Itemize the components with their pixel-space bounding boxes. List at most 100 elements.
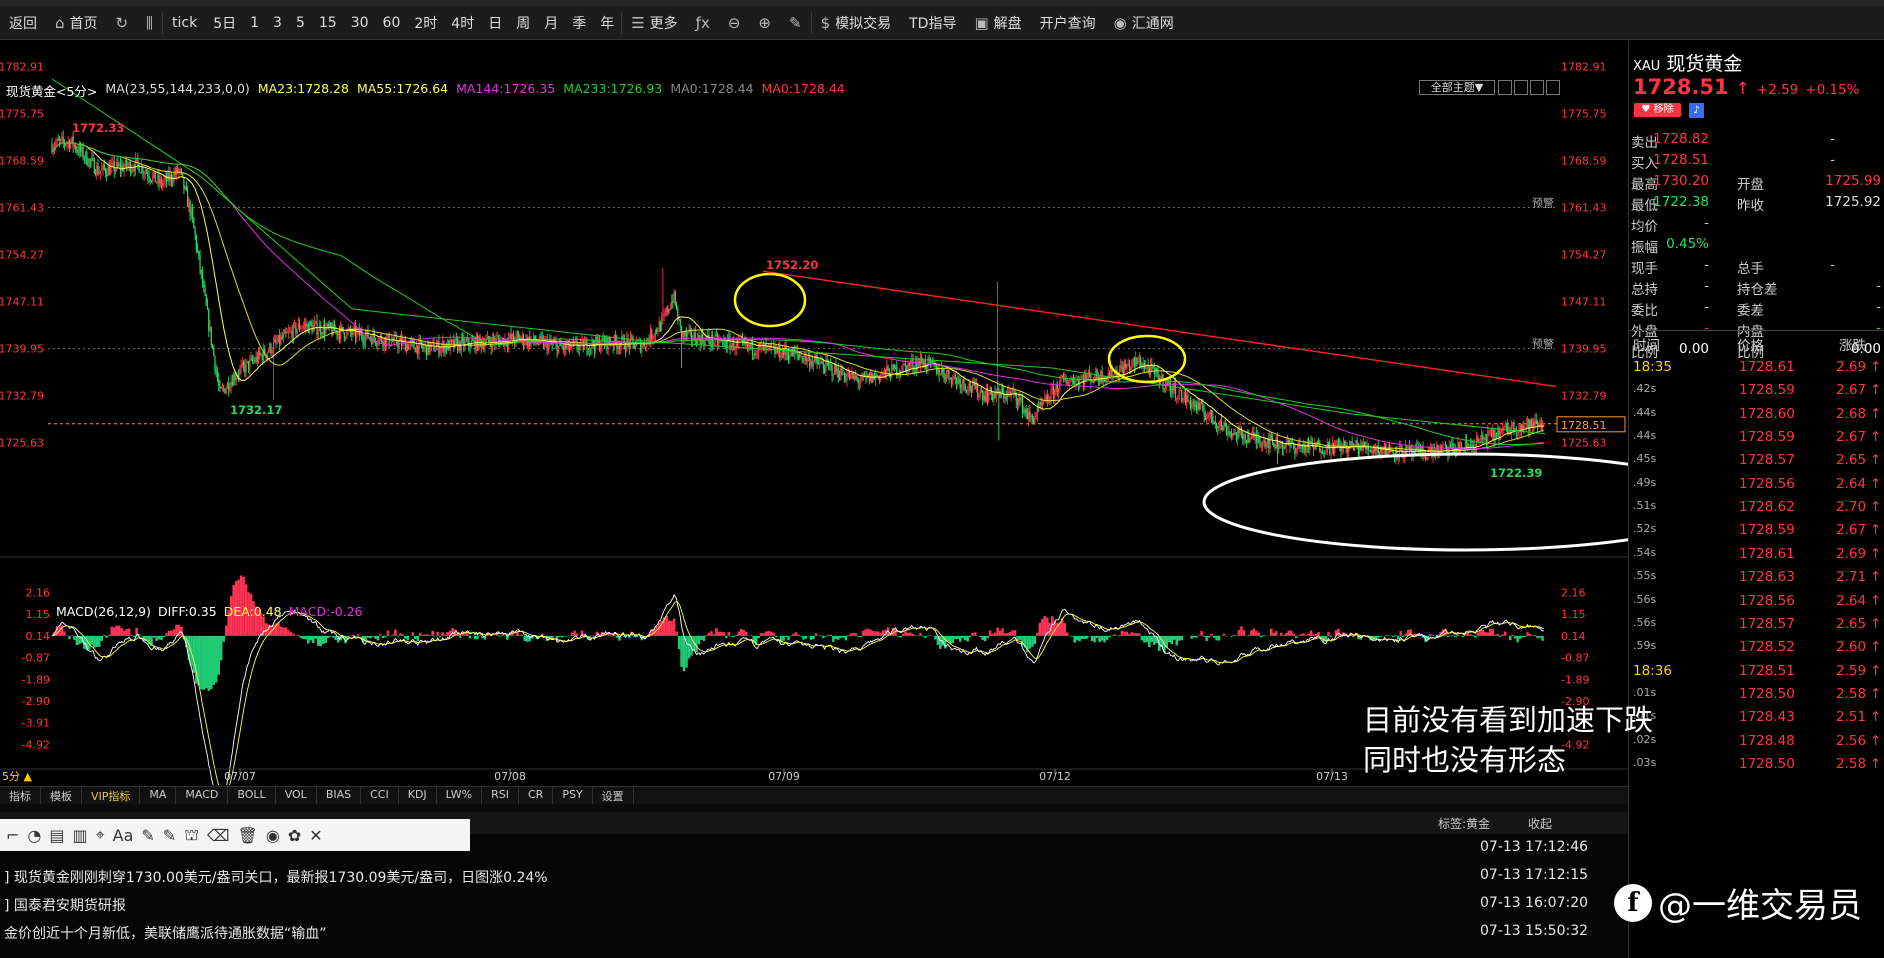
indicator-tab-5[interactable]: BOLL xyxy=(228,787,276,804)
drawing-tool-icon-3[interactable]: ▥ xyxy=(73,826,88,845)
drawing-tool-icon-2[interactable]: ▤ xyxy=(49,826,64,845)
drawing-tool-icon-12[interactable]: ✿ xyxy=(288,826,301,845)
news-item[interactable]: 金价创近十个月新低，美联储鹰派待通胀数据“输血” 07-13 15:50:32 xyxy=(0,918,1610,946)
open-account-button[interactable]: 开户查询 xyxy=(1031,10,1105,36)
news-tag[interactable]: 标签:黄金 xyxy=(1438,815,1490,832)
news-collapse-button[interactable]: 收起 xyxy=(1528,815,1552,832)
drawing-tool-icon-5[interactable]: Aa xyxy=(113,826,134,845)
refresh-button[interactable]: ↻ xyxy=(107,10,138,36)
indicator-tab-2[interactable]: VIP指标 xyxy=(82,787,141,804)
indicator-tab-14[interactable]: 设置 xyxy=(593,787,634,804)
drawing-tool-icon-0[interactable]: ⌐ xyxy=(6,826,19,845)
home-button[interactable]: ⌂ 首页 xyxy=(46,10,107,36)
candle-body xyxy=(1442,445,1444,448)
more-button[interactable]: ☰ 更多 xyxy=(622,10,686,36)
price-chart[interactable]: 1782.91 1782.91 1775.75 1775.75 1768.59 1768.… xyxy=(0,41,1628,785)
window-layout-icon[interactable] xyxy=(1498,80,1512,95)
theme-dropdown[interactable]: 全部主题▼ xyxy=(1419,80,1495,95)
indicator-tab-10[interactable]: LW% xyxy=(437,787,483,804)
indicator-tab-1[interactable]: 模板 xyxy=(41,787,82,804)
grid-view-icon[interactable] xyxy=(1530,80,1544,95)
period-year-button[interactable]: 年 xyxy=(593,10,621,36)
candle-body xyxy=(1247,434,1249,444)
candle-body xyxy=(1214,421,1216,424)
drawing-tool-icon-10[interactable]: 🗑 xyxy=(238,826,258,845)
split-view-icon[interactable] xyxy=(1514,80,1528,95)
candle-body xyxy=(1193,401,1195,408)
candle-body xyxy=(223,387,225,389)
remove-watch-button[interactable]: ♥ 移除 xyxy=(1634,103,1681,117)
huitong-button[interactable]: ◉ 汇通网 xyxy=(1105,10,1183,36)
period-week-button[interactable]: 周 xyxy=(509,10,537,36)
candle-body xyxy=(1127,363,1129,366)
indicator-tab-13[interactable]: PSY xyxy=(553,787,593,804)
kline-type-button[interactable]: ⫼ xyxy=(137,10,162,36)
drawing-tool-icon-8[interactable]: ⛫ xyxy=(184,825,199,846)
analysis-button[interactable]: ▣ 解盘 xyxy=(965,10,1030,36)
period-season-button[interactable]: 季 xyxy=(565,10,593,36)
zoom-in-button[interactable]: ⊕ xyxy=(749,10,780,36)
candle-body xyxy=(634,345,637,349)
candle-body xyxy=(1261,442,1264,445)
fullscreen-icon[interactable] xyxy=(1546,80,1560,95)
drawing-tool-icon-7[interactable]: ✎ xyxy=(163,826,176,845)
candle-body xyxy=(182,172,184,177)
zoom-out-button[interactable]: ⊖ xyxy=(719,10,750,36)
back-button[interactable]: 返回 xyxy=(0,10,46,36)
indicator-tab-6[interactable]: VOL xyxy=(276,787,317,804)
drawing-tool-icon-4[interactable]: ⌖ xyxy=(96,825,105,845)
period-5-button[interactable]: 5 xyxy=(289,10,312,36)
tick-button[interactable]: tick xyxy=(163,10,206,36)
candle-body xyxy=(841,368,843,375)
td-guide-button[interactable]: TD指导 xyxy=(900,10,965,36)
candle-body xyxy=(1329,442,1331,454)
period-month-button[interactable]: 月 xyxy=(537,10,565,36)
candle-body xyxy=(1523,425,1525,428)
indicator-tab-8[interactable]: CCI xyxy=(361,787,399,804)
candle-body xyxy=(993,392,995,400)
macd-tick-left: -2.90 xyxy=(22,695,50,708)
period-1-button[interactable]: 1 xyxy=(243,10,266,36)
period-3-button[interactable]: 3 xyxy=(266,10,289,36)
indicator-tab-9[interactable]: KDJ xyxy=(399,787,437,804)
up-arrow-icon: ↑ xyxy=(1870,429,1882,446)
drawing-tool-icon-11[interactable]: ◉ xyxy=(266,826,280,845)
period-day-button[interactable]: 日 xyxy=(481,10,509,36)
news-item[interactable]: ] 国泰君安期货研报 07-13 16:07:20 xyxy=(0,890,1610,918)
candle-body xyxy=(228,382,230,391)
period-5d-button[interactable]: 5日 xyxy=(206,10,243,36)
formula-button[interactable]: ƒx xyxy=(687,10,719,36)
drawing-tool-icon-13[interactable]: ✕ xyxy=(309,826,322,845)
candle-body xyxy=(165,175,168,181)
back-button-label: 返回 xyxy=(9,15,37,32)
candle-body xyxy=(455,338,457,340)
indicator-tab-11[interactable]: RSI xyxy=(482,787,519,804)
sim-trade-button[interactable]: $ 模拟交易 xyxy=(812,10,901,36)
period-15-button[interactable]: 15 xyxy=(312,10,344,36)
news-item[interactable]: ] 现货黄金刚刚刺穿1730.00美元/盎司关口，最新报1730.09美元/盎司… xyxy=(0,862,1610,890)
candle-body xyxy=(199,255,201,271)
candle-body xyxy=(843,374,846,380)
indicator-tab-7[interactable]: BIAS xyxy=(317,787,362,804)
candle-body xyxy=(1531,422,1534,428)
candle-body xyxy=(405,344,408,352)
chart-canvas[interactable]: 1782.91 1782.91 1775.75 1775.75 1768.59 1768.… xyxy=(0,41,1628,785)
indicator-tab-4[interactable]: MACD xyxy=(176,787,229,804)
candle-body xyxy=(1072,379,1075,384)
period-60-button[interactable]: 60 xyxy=(376,10,408,36)
period-4h-button[interactable]: 4时 xyxy=(444,10,481,36)
indicator-tab-0[interactable]: 指标 xyxy=(0,787,41,804)
candle-body xyxy=(544,340,546,348)
bell-icon[interactable]: ♪ xyxy=(1689,103,1704,118)
indicator-tab-12[interactable]: CR xyxy=(519,787,554,804)
drawing-tool-icon-9[interactable]: ⌫ xyxy=(207,826,230,845)
draw-button[interactable]: ✎ xyxy=(780,10,811,36)
candle-body xyxy=(960,385,963,389)
drawing-tool-icon-6[interactable]: ✎ xyxy=(141,826,154,845)
drawing-tool-icon-1[interactable]: ◔ xyxy=(27,826,41,845)
candle-body xyxy=(106,173,108,177)
candle-body xyxy=(1449,446,1452,448)
period-2h-button[interactable]: 2时 xyxy=(407,10,444,36)
period-30-button[interactable]: 30 xyxy=(344,10,376,36)
indicator-tab-3[interactable]: MA xyxy=(140,787,177,804)
